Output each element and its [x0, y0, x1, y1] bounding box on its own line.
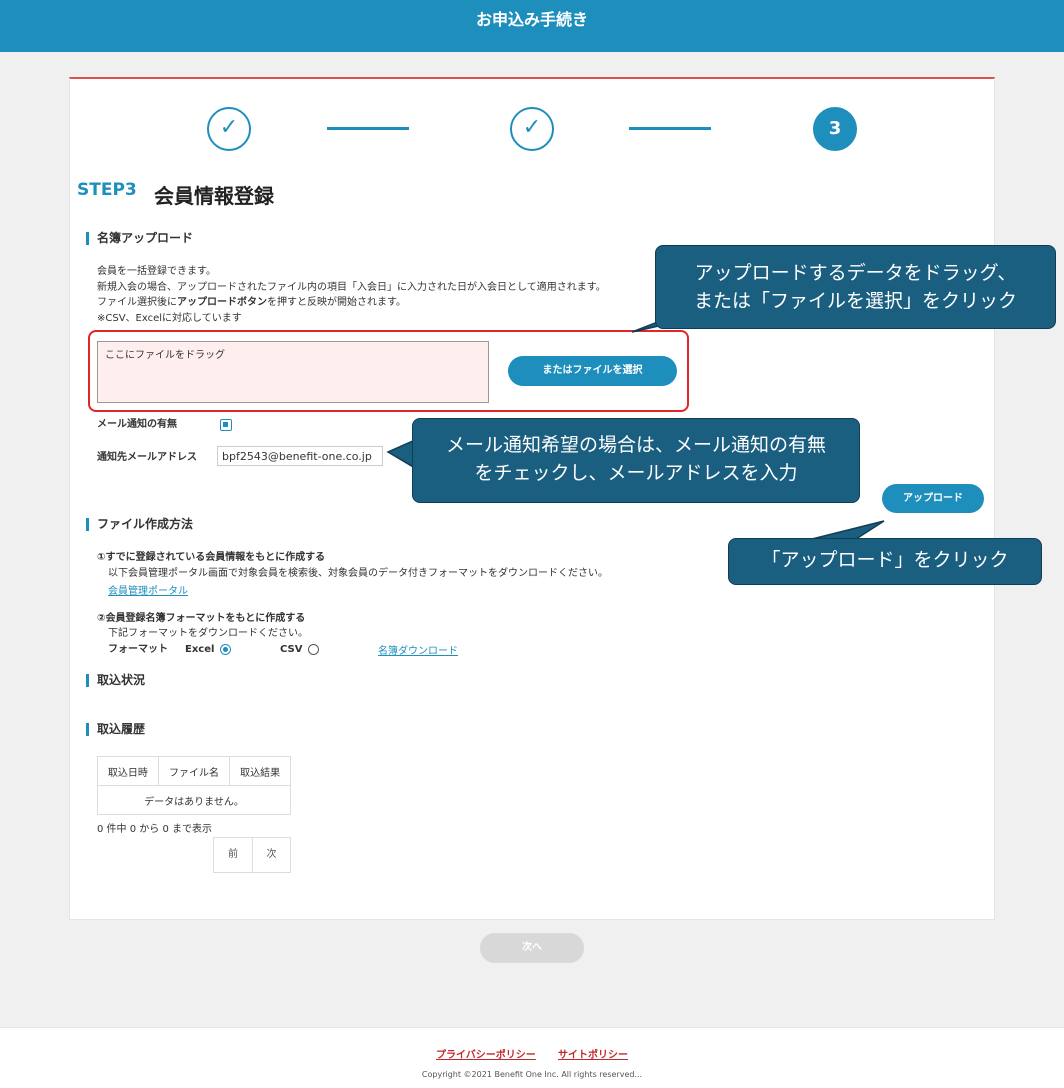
callout-drag-line1: アップロードするデータをドラッグ、: [694, 262, 1017, 284]
callout-mail: メール通知希望の場合は、メール通知の有無 をチェックし、メールアドレスを入力: [412, 418, 860, 503]
callout-upload: 「アップロード」をクリック: [728, 538, 1042, 585]
copyright: Copyright ©2021 Benefit One Inc. All rig…: [421, 1070, 643, 1079]
footer-links: プライバシーポリシー サイトポリシー: [0, 1043, 1064, 1062]
callout-mail-line1: メール通知希望の場合は、メール通知の有無: [445, 434, 826, 456]
callout-mail-line2: をチェックし、メールアドレスを入力: [474, 462, 798, 484]
callout-drag-line2: または「ファイルを選択」をクリック: [693, 290, 1017, 312]
site-policy-link[interactable]: サイトポリシー: [558, 1050, 628, 1061]
callout-upload-pointer: [811, 520, 885, 540]
callout-drag: アップロードするデータをドラッグ、 または「ファイルを選択」をクリック: [655, 245, 1056, 329]
privacy-policy-link[interactable]: プライバシーポリシー: [436, 1050, 536, 1061]
footer: プライバシーポリシー サイトポリシー Copyright ©2021 Benef…: [0, 1027, 1064, 1088]
next-button[interactable]: 次へ: [480, 933, 584, 963]
callout-mail-pointer: [386, 438, 416, 470]
